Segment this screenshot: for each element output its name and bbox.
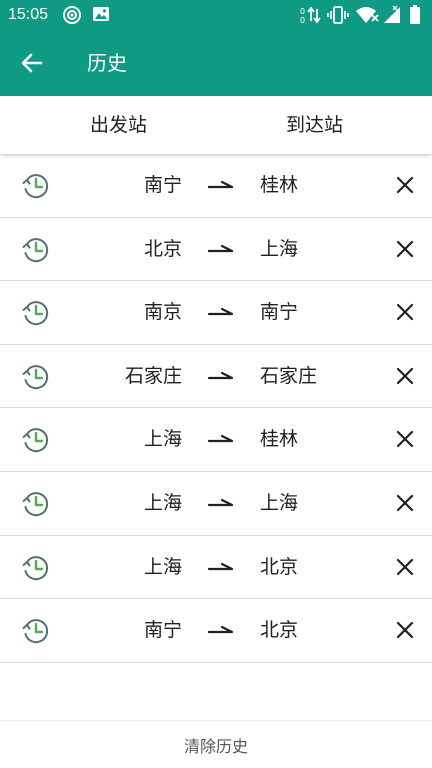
- close-icon: [396, 367, 414, 384]
- history-row[interactable]: 石家庄 石家庄: [0, 345, 432, 409]
- svg-text:0: 0: [300, 16, 305, 25]
- delete-history-button[interactable]: [392, 554, 418, 580]
- route-arrow-icon: [207, 498, 234, 507]
- history-row[interactable]: 北京 上海: [0, 218, 432, 282]
- history-row[interactable]: 南宁 北京: [0, 599, 432, 663]
- history-row[interactable]: 上海 北京: [0, 536, 432, 600]
- vibrate-icon: [327, 6, 349, 24]
- delete-history-button[interactable]: [392, 363, 418, 389]
- history-row[interactable]: 上海 桂林: [0, 408, 432, 472]
- status-time: 15:05: [8, 6, 49, 23]
- column-header: 出发站 到达站: [0, 96, 432, 154]
- route-arrow-icon: [207, 626, 234, 634]
- arrow-back-icon: [21, 53, 43, 73]
- departure-station: 南宁: [143, 619, 182, 642]
- departure-station: 上海: [143, 491, 182, 514]
- svg-text:0: 0: [300, 7, 305, 16]
- delete-history-button[interactable]: [392, 617, 418, 643]
- route-arrow-icon: [207, 180, 234, 189]
- departure-station: 北京: [143, 237, 182, 260]
- close-icon: [396, 431, 414, 448]
- sync-icon: [63, 6, 81, 24]
- delete-history-button[interactable]: [392, 426, 418, 452]
- arrival-station: 桂林: [260, 428, 299, 451]
- delete-history-button[interactable]: [392, 236, 418, 262]
- wifi-icon: [356, 7, 379, 23]
- signal-icon: [384, 5, 400, 23]
- departure-station: 南宁: [143, 174, 182, 196]
- route-arrow-icon: [207, 562, 234, 570]
- close-icon: [396, 558, 414, 575]
- history-clock-icon: [22, 364, 49, 389]
- history-clock-icon: [22, 301, 49, 326]
- arrival-station: 上海: [260, 237, 299, 260]
- history-row[interactable]: 南宁 桂林: [0, 154, 432, 218]
- delete-history-button[interactable]: [392, 490, 418, 516]
- departure-station: 上海: [143, 555, 182, 578]
- data-arrows-icon: 0 0: [300, 6, 321, 25]
- close-icon: [396, 494, 414, 512]
- route-arrow-icon: [207, 308, 234, 316]
- arrival-station: 北京: [260, 619, 299, 642]
- arrival-station-header: 到达站: [286, 114, 344, 136]
- history-clock-icon: [22, 428, 49, 453]
- battery-icon: [410, 5, 420, 24]
- history-row[interactable]: 南京 南宁: [0, 281, 432, 345]
- back-button[interactable]: [16, 47, 48, 79]
- close-icon: [396, 240, 414, 257]
- history-clock-icon: [22, 619, 49, 644]
- history-clock-icon: [22, 555, 49, 580]
- close-icon: [396, 304, 414, 321]
- delete-history-button[interactable]: [392, 172, 418, 198]
- departure-station-header: 出发站: [90, 114, 148, 136]
- app-bar: 历史: [0, 30, 432, 96]
- close-icon: [396, 622, 414, 639]
- history-clock-icon: [22, 237, 49, 262]
- arrival-station: 南宁: [260, 301, 299, 324]
- image-icon: [93, 7, 109, 21]
- departure-station: 上海: [143, 428, 182, 451]
- route-arrow-icon: [207, 435, 234, 443]
- arrival-station: 北京: [260, 555, 299, 578]
- departure-station: 南京: [143, 301, 182, 324]
- close-icon: [396, 176, 414, 194]
- arrival-station: 桂林: [260, 174, 299, 196]
- route-arrow-icon: [207, 244, 234, 252]
- route-arrow-icon: [207, 371, 234, 379]
- delete-history-button[interactable]: [392, 299, 418, 325]
- status-bar: 15:05 0 0: [0, 0, 432, 30]
- departure-station: 石家庄: [124, 364, 182, 387]
- history-clock-icon: [22, 174, 49, 199]
- arrival-station: 上海: [260, 491, 299, 514]
- history-clock-icon: [22, 492, 49, 517]
- arrival-station: 石家庄: [260, 364, 318, 387]
- page-title: 历史: [87, 51, 127, 75]
- clear-history-button[interactable]: 清除历史: [0, 720, 432, 768]
- history-list: 南宁 桂林 北京 上海 南京 南宁 石家庄 石家庄 上海 桂林 上海 上海 上海…: [0, 154, 432, 663]
- history-row[interactable]: 上海 上海: [0, 472, 432, 536]
